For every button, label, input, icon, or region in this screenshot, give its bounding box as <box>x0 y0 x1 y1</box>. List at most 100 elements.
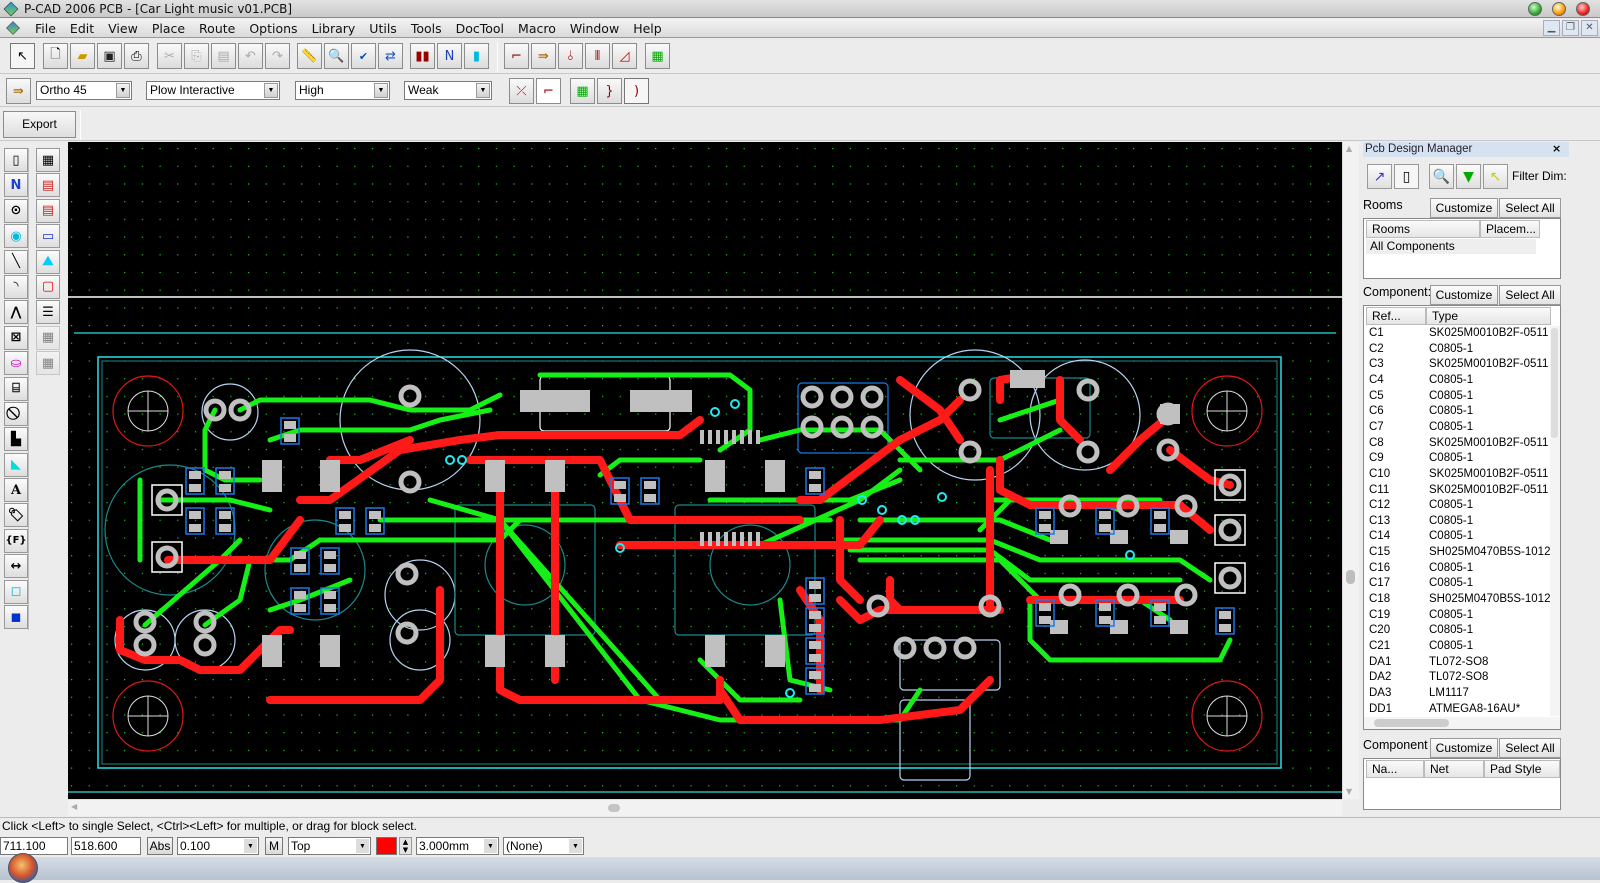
paste-button[interactable]: ▤ <box>211 43 236 69</box>
list-button[interactable]: ☰ <box>36 300 60 325</box>
via-styles-button[interactable]: ▤ <box>36 198 60 223</box>
close-window-button[interactable] <box>1576 2 1590 16</box>
autorouter-button[interactable]: ▦ <box>645 43 670 69</box>
net-column-header[interactable]: Net <box>1424 760 1484 778</box>
place-line-button[interactable]: ╲ <box>4 249 28 274</box>
start-button[interactable] <box>8 853 38 883</box>
menu-doctool[interactable]: DocTool <box>449 21 511 36</box>
components-list[interactable]: Ref... Type C1 SK025M0010B2F-0511 C2 C0805-… <box>1363 305 1561 730</box>
nets-view-button[interactable]: ↗ <box>1367 164 1392 189</box>
menu-utils[interactable]: Utils <box>362 21 404 36</box>
component-row[interactable]: C6 C0805-1 <box>1364 404 1550 420</box>
component-row[interactable]: C10 SK025M0010B2F-0511 <box>1364 467 1550 483</box>
mdi-close-button[interactable]: ✕ <box>1581 20 1598 36</box>
component-row[interactable]: C5 C0805-1 <box>1364 389 1550 405</box>
menu-view[interactable]: View <box>101 21 145 36</box>
place-component-button[interactable]: ▯ <box>4 148 28 172</box>
board-outline-button[interactable]: ▢ <box>36 274 60 299</box>
filter-button[interactable]: ▼ <box>1456 164 1481 189</box>
menu-macro[interactable]: Macro <box>511 21 563 36</box>
place-via-button[interactable]: ◉ <box>4 224 28 249</box>
menu-route[interactable]: Route <box>192 21 242 36</box>
component-row[interactable]: C3 SK025M0010B2F-0511 <box>1364 357 1550 373</box>
copy-button[interactable]: ⎘ <box>184 43 209 69</box>
scroll-left-icon[interactable]: ◀ <box>71 802 77 811</box>
component-row[interactable]: DA1 TL072-SO8 <box>1364 655 1550 671</box>
component-row[interactable]: C4 C0805-1 <box>1364 373 1550 389</box>
abs-toggle-button[interactable]: Abs <box>147 837 173 855</box>
open-file-button[interactable]: ▰ <box>70 43 95 69</box>
vertical-scrollbar[interactable]: ▲ ▼ <box>1342 142 1359 799</box>
y-coordinate-field[interactable]: 518.600 <box>71 837 141 855</box>
chevron-down-icon[interactable]: ▼ <box>476 83 490 98</box>
pad-styles-button[interactable]: ▤ <box>36 173 60 198</box>
chevron-down-icon[interactable]: ▼ <box>374 83 388 98</box>
place-text-button[interactable]: A <box>4 478 28 503</box>
multi-trace-button[interactable]: ⫰ <box>558 43 583 69</box>
place-pad-button[interactable]: ⊙ <box>4 198 28 223</box>
room-row-all-components[interactable]: All Components <box>1366 239 1536 254</box>
document-icon[interactable] <box>6 21 20 35</box>
component-row[interactable]: C16 C0805-1 <box>1364 561 1550 577</box>
rooms-select-all-button[interactable]: Select All <box>1499 198 1561 218</box>
rooms-column-header[interactable]: Rooms <box>1366 220 1480 238</box>
component-row[interactable]: C11 SK025M0010B2F-0511 <box>1364 483 1550 499</box>
component-row[interactable]: C15 SH025M0470B5S-1012 <box>1364 545 1550 561</box>
layer-color-swatch[interactable] <box>376 837 397 855</box>
picture-button[interactable]: ⛰ <box>36 249 60 274</box>
measure-button[interactable]: 📏 <box>297 43 322 69</box>
layer-pair-button[interactable]: ▮▮ <box>410 43 435 69</box>
netlist-compare-button[interactable]: ⇄ <box>378 43 403 69</box>
component-row[interactable]: C18 SH025M0470B5S-1012 <box>1364 592 1550 608</box>
save-button[interactable]: ▣ <box>97 43 122 69</box>
component-row[interactable]: C8 SK025M0010B2F-0511 <box>1364 436 1550 452</box>
diagram-button[interactable]: ▦ <box>36 351 60 376</box>
scroll-thumb[interactable] <box>1374 719 1449 727</box>
menu-edit[interactable]: Edit <box>63 21 101 36</box>
menu-tools[interactable]: Tools <box>404 21 449 36</box>
menu-window[interactable]: Window <box>563 21 626 36</box>
select-button[interactable]: ↖ <box>1483 164 1508 189</box>
component-row[interactable]: C2 C0805-1 <box>1364 342 1550 358</box>
zoom-button[interactable]: 🔍 <box>324 43 349 69</box>
bus-route-button[interactable]: ⫴ <box>585 43 610 69</box>
component-row[interactable]: C14 C0805-1 <box>1364 529 1550 545</box>
interactive-route-button[interactable]: ⇛ <box>531 43 556 69</box>
place-copper-pour-button[interactable]: ⌸ <box>4 376 28 401</box>
mdi-restore-button[interactable]: ❐ <box>1562 20 1579 36</box>
place-dimension-button[interactable]: ↔ <box>4 554 28 579</box>
placement-column-header[interactable]: Placem... <box>1480 220 1540 238</box>
zoom-to-button[interactable]: 🔍 <box>1429 164 1454 189</box>
push-mode-select[interactable]: Plow Interactive ▼ <box>146 81 280 100</box>
arc-route-button[interactable]: ) <box>624 78 649 104</box>
trace-width-select[interactable]: 3.000mm ▼ <box>416 837 499 855</box>
level-select[interactable]: High ▼ <box>295 81 390 100</box>
place-keepout-button[interactable]: ⊠ <box>4 325 28 350</box>
scroll-thumb[interactable] <box>1346 570 1355 584</box>
place-attribute-button[interactable]: 🏷 <box>4 503 28 528</box>
strength-select[interactable]: Weak ▼ <box>404 81 492 100</box>
print-button[interactable]: ⎙ <box>124 43 149 69</box>
cut-button[interactable]: ✂ <box>157 43 182 69</box>
scroll-thumb[interactable] <box>608 804 620 812</box>
route-options-button[interactable]: ⇛ <box>6 78 31 104</box>
component-row[interactable]: C21 C0805-1 <box>1364 639 1550 655</box>
component-row[interactable]: C19 C0805-1 <box>1364 608 1550 624</box>
place-field-button[interactable]: {F} <box>4 528 28 553</box>
corner-route-button[interactable]: ⌐ <box>536 78 561 104</box>
place-connection-button[interactable]: N <box>4 173 28 198</box>
scroll-thumb[interactable] <box>1551 328 1558 438</box>
board-route-button[interactable]: ▦ <box>570 78 595 104</box>
ref-column-header[interactable]: Ref... <box>1366 307 1426 325</box>
menu-file[interactable]: File <box>28 21 63 36</box>
place-room-group-button[interactable]: ◼ <box>4 605 28 630</box>
route-diagonal-button[interactable]: N <box>437 43 462 69</box>
scroll-up-icon[interactable]: ▲ <box>1346 144 1352 153</box>
redo-button[interactable]: ↷ <box>265 43 290 69</box>
components-select-all-button[interactable]: Select All <box>1499 285 1561 305</box>
pads-customize-button[interactable]: Customize <box>1430 738 1498 758</box>
close-panel-icon[interactable]: × <box>1552 142 1561 155</box>
new-file-button[interactable]: 🗋 <box>43 43 68 69</box>
components-view-button[interactable]: ▯ <box>1394 164 1419 189</box>
component-row[interactable]: C13 C0805-1 <box>1364 514 1550 530</box>
